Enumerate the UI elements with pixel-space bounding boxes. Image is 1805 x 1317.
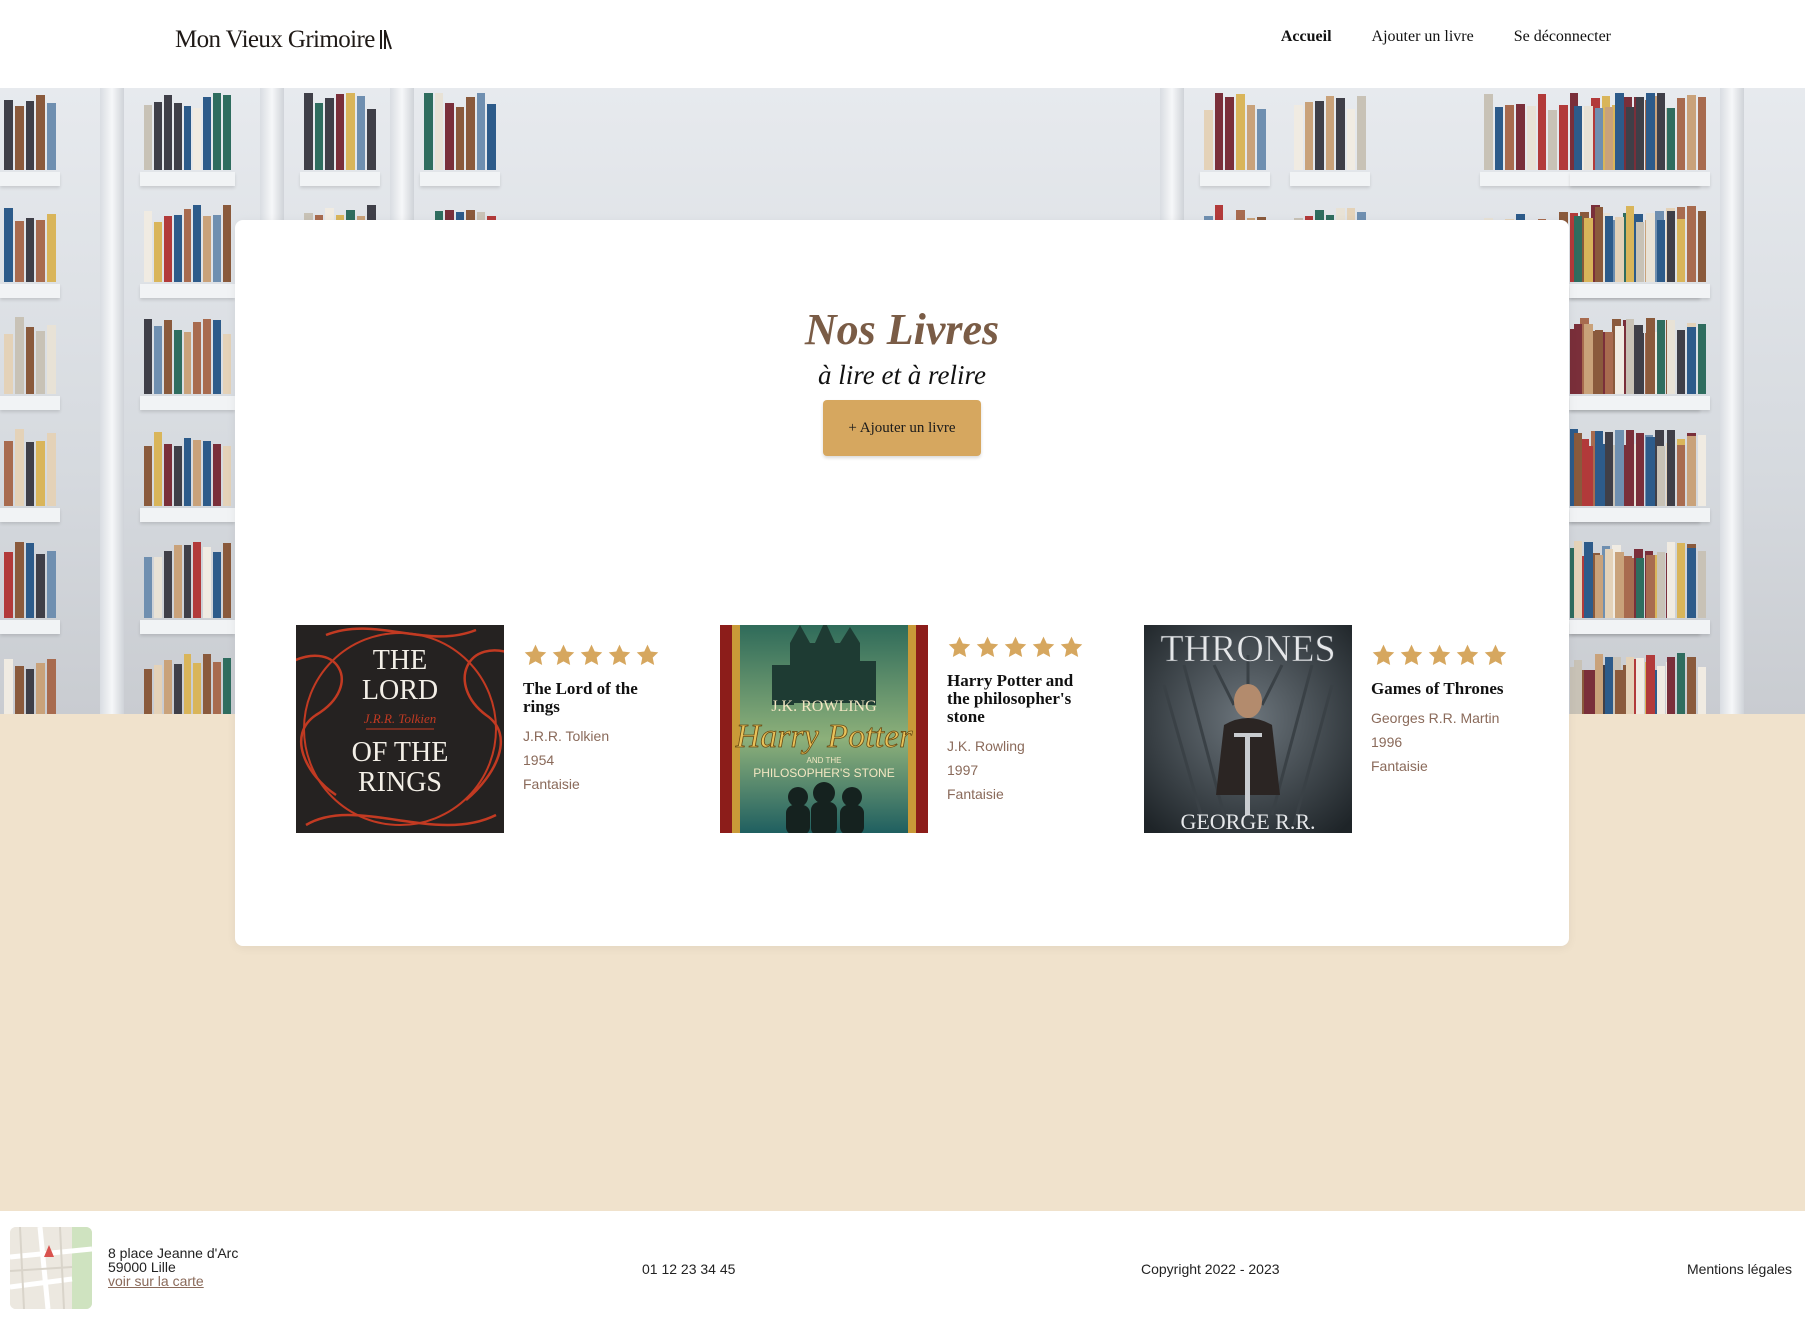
- book-card-game-of-thrones[interactable]: THRONES GEORGE R.R. Games of Thrones Geo…: [1144, 625, 1524, 835]
- book-title[interactable]: Harry Potter and the philosopher's stone: [947, 672, 1097, 726]
- legal-notice-link[interactable]: Mentions légales: [1687, 1261, 1792, 1277]
- star-icon: [1428, 644, 1451, 665]
- book-author: J.R.R. Tolkien: [523, 728, 610, 744]
- site-header: Mon Vieux Grimoire Accueil Ajouter un li…: [0, 0, 1805, 88]
- book-genre: Fantaisie: [947, 786, 1004, 802]
- footer-copyright: Copyright 2022 - 2023: [1141, 1261, 1280, 1277]
- bookshelf: [1570, 88, 1710, 714]
- lotr-cover-line-4: RINGS: [358, 767, 442, 798]
- map-thumbnail[interactable]: [10, 1227, 92, 1309]
- book-info: The Lord of the rings J.R.R. Tolkien 195…: [523, 643, 673, 796]
- hp-cover-author: J.K. ROWLING: [771, 698, 877, 715]
- map-icon: [10, 1227, 92, 1309]
- lotr-cover-line-1: THE: [373, 645, 427, 676]
- book-cover-lotr[interactable]: THE LORD OF THE RINGS J.R.R. Tolkien: [296, 625, 504, 833]
- main-nav: Accueil Ajouter un livre Se déconnecter: [1281, 28, 1611, 46]
- hp-cover-title: Harry Potter: [735, 718, 913, 755]
- page-subtitle: à lire et à relire: [818, 360, 986, 390]
- bookshelf: [0, 88, 60, 714]
- book-author: J.K. Rowling: [947, 738, 1025, 754]
- rating-stars: [1371, 643, 1521, 668]
- site-footer: 8 place Jeanne d'Arc 59000 Lille voir su…: [0, 1211, 1805, 1317]
- star-icon: [524, 644, 547, 665]
- star-icon: [1032, 636, 1055, 657]
- footer-phone: 01 12 23 34 45: [642, 1261, 736, 1277]
- star-icon: [1004, 636, 1027, 657]
- lotr-cover-art: THE LORD OF THE RINGS J.R.R. Tolkien: [296, 625, 504, 833]
- star-icon: [608, 644, 631, 665]
- nav-logout-link[interactable]: Se déconnecter: [1514, 28, 1611, 46]
- rating-stars: [947, 635, 1097, 660]
- bookshelf: [140, 88, 235, 714]
- star-icon: [636, 644, 659, 665]
- star-icon: [552, 644, 575, 665]
- address-line-2: 59000 Lille: [108, 1259, 176, 1275]
- book-info: Harry Potter and the philosopher's stone…: [947, 635, 1097, 806]
- book-author: Georges R.R. Martin: [1371, 710, 1500, 726]
- star-icon: [1060, 636, 1083, 657]
- star-icon: [948, 636, 971, 657]
- lotr-cover-signature: J.R.R. Tolkien: [364, 711, 436, 726]
- books-logo-icon: [379, 29, 397, 51]
- game-of-thrones-cover-art: THRONES GEORGE R.R.: [1144, 625, 1352, 833]
- star-icon: [580, 644, 603, 665]
- book-cover-harry-potter[interactable]: J.K. ROWLING Harry Potter AND THE PHILOS…: [720, 625, 928, 833]
- add-book-button[interactable]: + Ajouter un livre: [823, 400, 981, 456]
- star-icon: [1372, 644, 1395, 665]
- book-card-harry-potter[interactable]: J.K. ROWLING Harry Potter AND THE PHILOS…: [720, 625, 1100, 835]
- book-title[interactable]: The Lord of the rings: [523, 680, 673, 716]
- hp-cover-subtitle: PHILOSOPHER'S STONE: [753, 766, 894, 780]
- book-year: 1954: [523, 752, 555, 768]
- book-genre: Fantaisie: [1371, 758, 1428, 774]
- address-line-1: 8 place Jeanne d'Arc: [108, 1245, 239, 1261]
- shelf-pillar: [100, 88, 124, 714]
- logo[interactable]: Mon Vieux Grimoire: [175, 26, 397, 54]
- got-cover-title: THRONES: [1160, 628, 1335, 670]
- shelf-pillar: [1720, 88, 1744, 714]
- hp-cover-and-the: AND THE: [807, 756, 842, 765]
- book-card-lotr[interactable]: THE LORD OF THE RINGS J.R.R. Tolkien The…: [296, 625, 676, 835]
- star-icon: [1484, 644, 1507, 665]
- book-info: Games of Thrones Georges R.R. Martin 199…: [1371, 643, 1521, 778]
- star-icon: [976, 636, 999, 657]
- nav-add-book-link[interactable]: Ajouter un livre: [1372, 28, 1474, 46]
- book-cover-game-of-thrones[interactable]: THRONES GEORGE R.R.: [1144, 625, 1352, 833]
- page-title: Nos Livres: [804, 305, 1000, 354]
- lotr-cover-line-2: LORD: [362, 675, 438, 706]
- footer-address: 8 place Jeanne d'Arc 59000 Lille voir su…: [108, 1246, 238, 1288]
- book-genre: Fantaisie: [523, 776, 580, 792]
- logo-text: Mon Vieux Grimoire: [175, 26, 375, 53]
- star-icon: [1456, 644, 1479, 665]
- book-title[interactable]: Games of Thrones: [1371, 680, 1521, 698]
- books-card: Nos Livres à lire et à relire + Ajouter …: [235, 220, 1569, 946]
- book-year: 1996: [1371, 734, 1403, 750]
- got-cover-author: GEORGE R.R.: [1180, 809, 1315, 833]
- star-icon: [1400, 644, 1423, 665]
- book-year: 1997: [947, 762, 979, 778]
- map-link[interactable]: voir sur la carte: [108, 1273, 204, 1289]
- lotr-cover-line-3: OF THE: [352, 737, 449, 768]
- rating-stars: [523, 643, 673, 668]
- harry-potter-cover-art: J.K. ROWLING Harry Potter AND THE PHILOS…: [720, 625, 928, 833]
- nav-home-link[interactable]: Accueil: [1281, 28, 1332, 46]
